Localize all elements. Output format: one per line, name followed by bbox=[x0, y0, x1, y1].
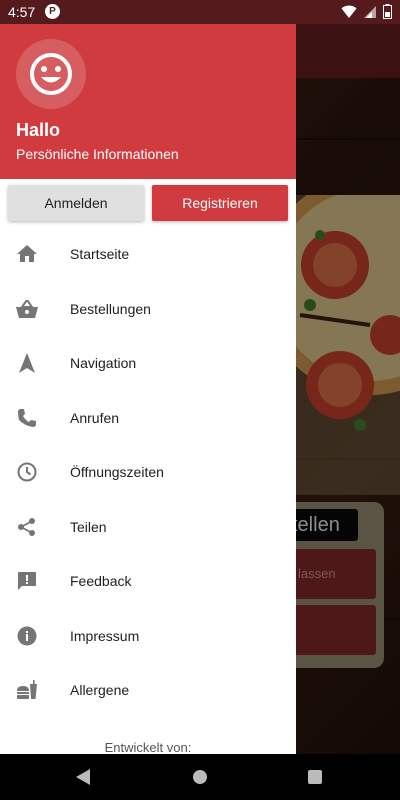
header-title: Hallo bbox=[16, 120, 61, 140]
menu-item-label: Teilen bbox=[70, 518, 107, 535]
menu-item-bestellungen[interactable]: Bestellungen bbox=[0, 282, 296, 337]
menu-item-allergene[interactable]: Allergene bbox=[0, 663, 296, 718]
developer-credit: Entwickelt von: bbox=[104, 740, 192, 754]
menu-item-startseite[interactable]: Startseite bbox=[0, 227, 296, 282]
navigation-icon bbox=[16, 352, 38, 374]
menu-item-teilen[interactable]: Teilen bbox=[0, 500, 296, 555]
signal-icon bbox=[364, 5, 376, 18]
system-navigation-bar bbox=[0, 754, 400, 800]
status-time: 4:57 bbox=[8, 4, 36, 20]
basket-icon bbox=[16, 298, 38, 320]
login-button[interactable]: Anmelden bbox=[8, 185, 144, 221]
menu-item-label: Bestellungen bbox=[70, 300, 151, 317]
menu-item-feedback[interactable]: Feedback bbox=[0, 554, 296, 609]
register-button[interactable]: Registrieren bbox=[152, 185, 288, 221]
wifi-icon bbox=[341, 5, 357, 18]
menu-item-label: Öffnungszeiten bbox=[70, 464, 164, 481]
menu-item-anrufen[interactable]: Anrufen bbox=[0, 391, 296, 446]
menu-item-navigation[interactable]: Navigation bbox=[0, 336, 296, 391]
status-bar: 4:57 P bbox=[0, 0, 400, 24]
menu-item-label: Feedback bbox=[70, 573, 132, 590]
menu-item-impressum[interactable]: Impressum bbox=[0, 609, 296, 664]
drawer-menu: Startseite Bestellungen Navigation Anruf… bbox=[0, 227, 296, 718]
phone-icon bbox=[16, 407, 38, 429]
navigation-drawer: Hallo Persönliche Informationen Anmelden… bbox=[0, 24, 296, 754]
feedback-icon bbox=[16, 570, 38, 592]
clock-icon bbox=[16, 461, 38, 483]
smiley-icon bbox=[30, 53, 72, 95]
drawer-scrim[interactable] bbox=[296, 24, 400, 754]
auth-buttons: Anmelden Registrieren bbox=[0, 185, 296, 221]
menu-item-label: Allergene bbox=[70, 682, 130, 699]
battery-icon bbox=[383, 4, 392, 19]
back-icon[interactable] bbox=[76, 769, 90, 785]
menu-item-label: Navigation bbox=[70, 355, 137, 372]
avatar[interactable] bbox=[16, 39, 86, 109]
share-icon bbox=[16, 516, 38, 538]
menu-item-label: Impressum bbox=[70, 627, 140, 644]
home-icon bbox=[16, 243, 38, 265]
menu-item-label: Startseite bbox=[70, 246, 130, 263]
menu-item-oeffnungszeiten[interactable]: Öffnungszeiten bbox=[0, 445, 296, 500]
header-subtitle[interactable]: Persönliche Informationen bbox=[16, 146, 179, 162]
home-button-icon[interactable] bbox=[193, 770, 207, 784]
menu-item-label: Anrufen bbox=[70, 409, 120, 426]
food-icon bbox=[16, 679, 38, 701]
info-icon bbox=[16, 625, 38, 647]
drawer-header: Hallo Persönliche Informationen bbox=[0, 24, 296, 179]
recent-apps-icon[interactable] bbox=[308, 770, 322, 784]
app-notification-icon: P bbox=[45, 4, 60, 19]
